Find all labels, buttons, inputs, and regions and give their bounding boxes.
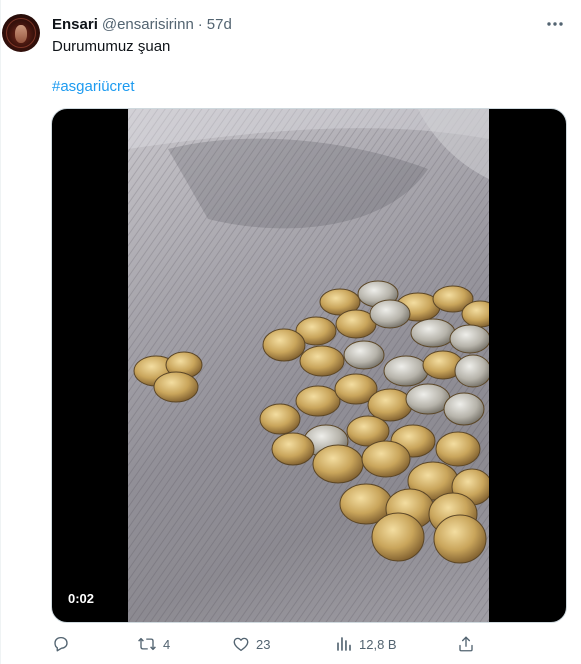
reply-button[interactable] [52, 632, 76, 656]
left-divider [0, 0, 1, 664]
tweet-text: Durumumuz şuan [52, 38, 171, 55]
separator-dot: · [197, 15, 203, 33]
author-handle[interactable]: @ensarisirinn [102, 16, 194, 33]
hashtag-link[interactable]: #asgariücret [52, 77, 135, 97]
action-bar: 4 23 12,8 B [52, 632, 482, 656]
heart-icon [233, 637, 249, 652]
retweet-button[interactable]: 4 [137, 632, 170, 656]
retweet-icon [138, 637, 156, 651]
like-count: 23 [256, 636, 271, 652]
tweet-header: Ensari @ensarisirinn · 57d [52, 14, 232, 34]
coins-video-still [128, 109, 489, 622]
video-duration: 0:02 [68, 591, 95, 606]
tweet: Ensari @ensarisirinn · 57d Durumumuz şua… [0, 0, 581, 664]
video-frame[interactable] [128, 109, 489, 622]
more-icon [547, 22, 563, 26]
video-player[interactable]: 0:02 [51, 108, 567, 623]
reply-icon [54, 636, 68, 652]
like-button[interactable]: 23 [232, 632, 270, 656]
analytics-icon [337, 637, 351, 651]
avatar-face [15, 25, 27, 43]
share-button[interactable] [457, 632, 475, 656]
timestamp[interactable]: 57d [207, 16, 232, 33]
author-name[interactable]: Ensari [52, 16, 98, 33]
avatar[interactable] [2, 14, 40, 52]
views-button[interactable]: 12,8 B [335, 632, 397, 656]
share-icon [459, 636, 473, 652]
views-count: 12,8 B [359, 636, 397, 652]
retweet-count: 4 [163, 636, 171, 652]
more-options-button[interactable] [542, 14, 568, 34]
